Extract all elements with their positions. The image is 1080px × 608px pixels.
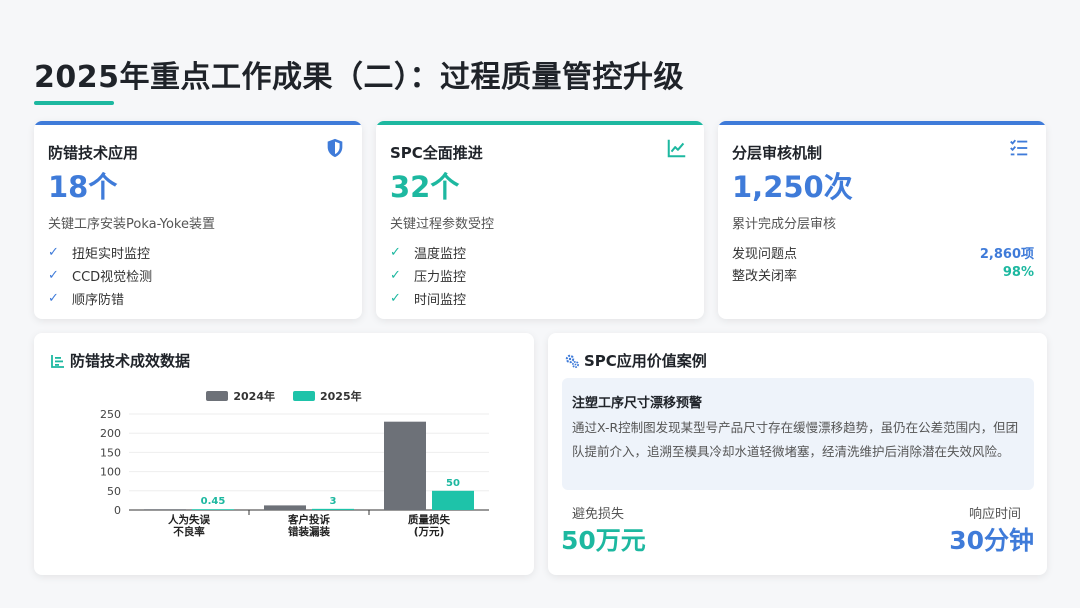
list-item: ✓ 扭矩实时监控 [48,241,152,264]
metric-label: 避免损失 [572,507,625,522]
issues-found-row: 发现问题点 2,860项 [732,243,1034,262]
check-icon: ✓ [48,291,59,306]
y-tick-label: 250 [100,408,121,421]
bar-chart: 0 50 100 150 200 250 0.45 人为失误不良率 3客户投诉错装漏装 50 质量损… [100,408,489,538]
bar-2025年 [432,490,474,510]
gears-icon [565,354,579,368]
list-item-label: 压力监控 [414,270,467,285]
check-list: ✓ 温度监控 ✓ 压力监控 ✓ 时间监控 [390,241,466,310]
shield-icon [327,138,343,158]
row-label: 发现问题点 [732,247,798,262]
data-label: 3 [330,496,337,507]
check-icon: ✓ [48,245,59,260]
closure-rate-row: 整改关闭率 98% [732,265,1034,284]
card-spc: SPC全面推进 32个 关键过程参数受控 ✓ 温度监控 ✓ 压力监控 ✓ 时间监控 [376,121,704,319]
card-value: 1,250次 [732,170,853,204]
bar-2025年 [192,509,234,510]
list-item: ✓ 时间监控 [390,287,466,310]
x-tick-label: 质量损失 [408,513,450,526]
card-title: SPC全面推进 [390,144,483,162]
row-value: 2,860项 [979,247,1034,262]
y-tick-label: 50 [107,485,121,498]
list-item: ✓ 压力监控 [390,264,466,287]
chart-card: 防错技术成效数据 2024年 2025年 0 50 100 150 200 250 0.45… [34,333,534,575]
card-value: 18个 [48,170,118,204]
bar-2024年 [264,505,306,510]
card-desc: 关键过程参数受控 [390,217,495,232]
card-accent-bar [376,121,704,125]
case-title: 注塑工序尺寸漂移预警 [572,396,703,411]
row-value: 98% [1002,265,1034,280]
list-item-label: 顺序防错 [72,293,125,308]
list-item-label: 温度监控 [414,247,467,262]
bar-2025年 [312,508,354,510]
x-tick-label: 不良率 [173,525,205,538]
card-desc: 关键工序安装Poka-Yoke装置 [48,217,215,232]
list-item-label: 时间监控 [414,293,467,308]
card-poka-yoke: 防错技术应用 18个 关键工序安装Poka-Yoke装置 ✓ 扭矩实时监控 ✓ CC… [34,121,362,319]
card-accent-bar [718,121,1046,125]
metric-label: 响应时间 [968,507,1021,522]
y-tick-label: 100 [100,466,121,479]
x-tick-label: 人为失误 [168,513,210,526]
check-icon: ✓ [390,291,401,306]
card-accent-bar [34,121,362,125]
case-box: 注塑工序尺寸漂移预警 通过X-R控制图发现某型号产品尺寸存在缓慢漂移趋势，虽仍在… [562,378,1034,490]
data-label: 50 [446,478,460,489]
card-value: 32个 [390,170,460,204]
case-text: 通过X-R控制图发现某型号产品尺寸存在缓慢漂移趋势，虽仍在公差范围内，但团队提前… [572,420,1019,459]
metric-value: 50万元 [561,526,646,555]
case-card: SPC应用价值案例 注塑工序尺寸漂移预警 通过X-R控制图发现某型号产品尺寸存在… [548,333,1047,575]
x-tick-label: 客户投诉 [287,513,330,526]
x-tick-label: 错装漏装 [288,525,330,538]
list-item-label: CCD视觉检测 [72,270,153,285]
list-item: ✓ 顺序防错 [48,287,152,310]
y-tick-label: 200 [100,427,121,440]
list-item: ✓ CCD视觉检测 [48,264,152,287]
card-desc: 累计完成分层审核 [732,217,837,232]
page-title: 2025年重点工作成果（二）：过程质量管控升级 [34,60,684,95]
checklist-icon [1010,139,1028,156]
check-icon: ✓ [48,268,59,283]
check-icon: ✓ [390,245,401,260]
check-icon: ✓ [390,268,401,283]
bar-2024年 [144,509,186,510]
card-title: 分层审核机制 [732,144,823,162]
line-chart-icon [667,139,686,158]
check-list: ✓ 扭矩实时监控 ✓ CCD视觉检测 ✓ 顺序防错 [48,241,152,310]
card-title: 防错技术应用 [48,144,139,162]
list-item-label: 扭矩实时监控 [72,247,151,262]
row-label: 整改关闭率 [732,269,798,284]
card-layered-audit: 分层审核机制 1,250次 累计完成分层审核 发现问题点 2,860项 整改关闭… [718,121,1046,319]
x-tick-label: (万元) [414,526,445,538]
y-tick-label: 0 [114,504,121,517]
section-title-label: SPC应用价值案例 [584,352,707,370]
y-tick-label: 150 [100,446,121,459]
data-label: 0.45 [201,496,226,507]
list-item: ✓ 温度监控 [390,241,466,264]
bar-2024年 [384,421,426,510]
metric-value: 30分钟 [949,526,1034,555]
title-underline [34,101,114,105]
case-section-title: SPC应用价值案例 [564,350,707,371]
